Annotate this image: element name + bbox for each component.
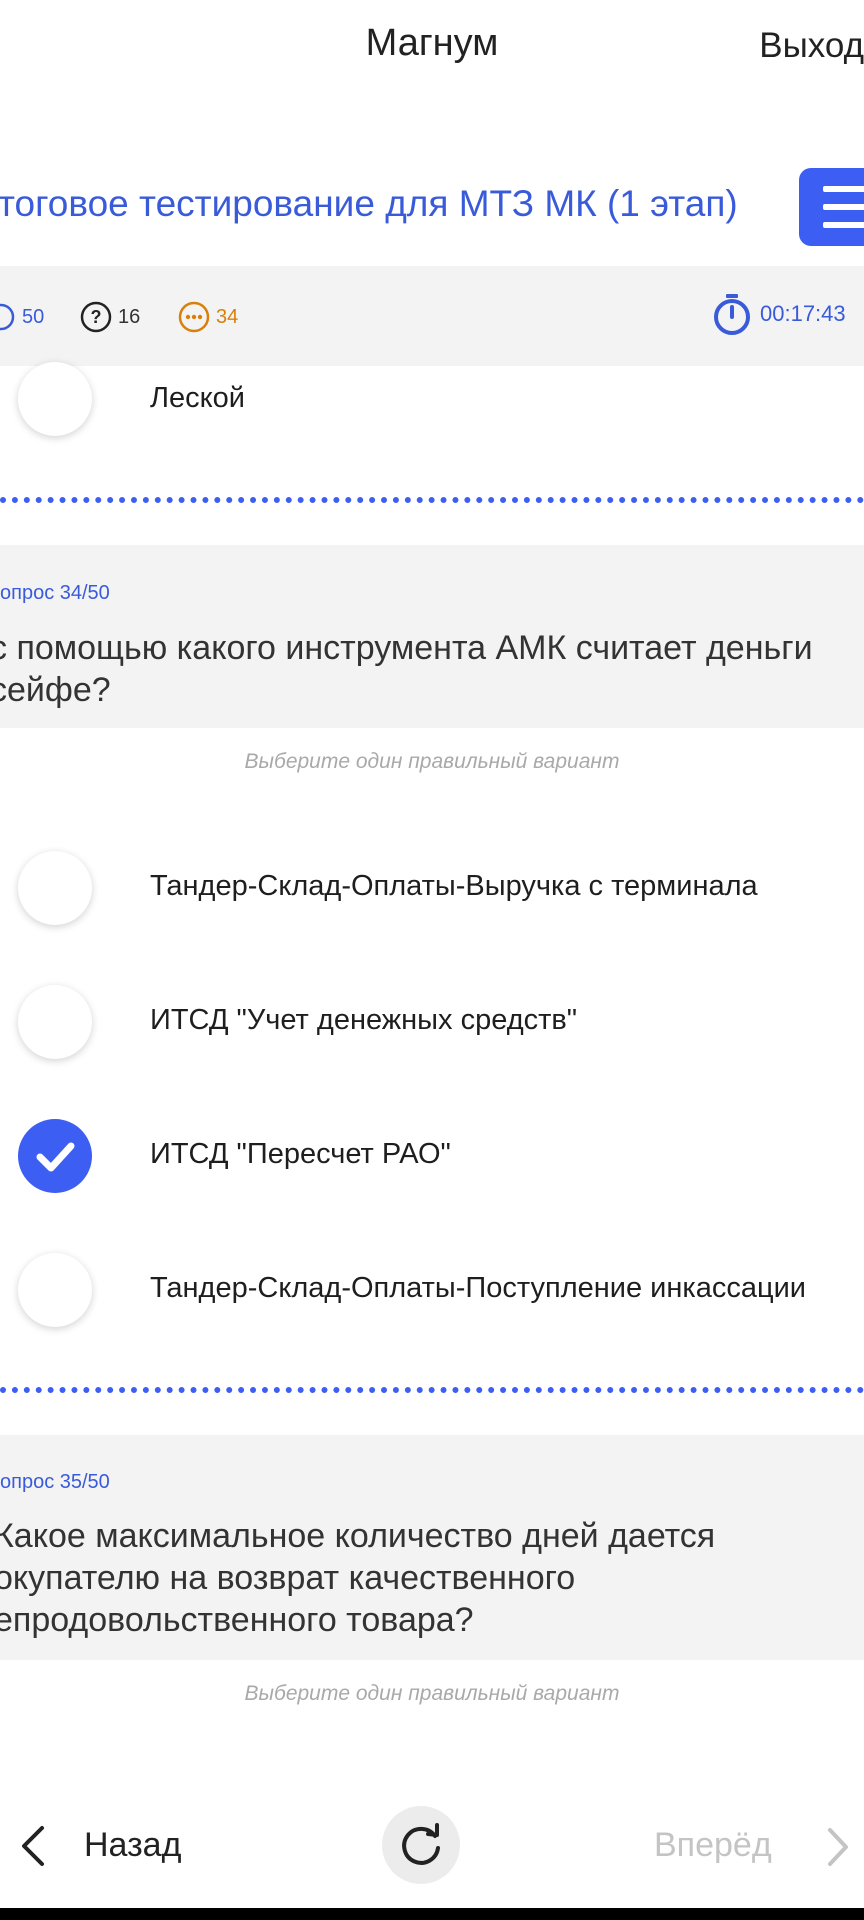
back-button[interactable] <box>14 1824 54 1868</box>
back-label[interactable]: Назад <box>84 1826 181 1865</box>
question-divider <box>0 497 864 503</box>
answer-option-label[interactable]: ИТСД "Учет денежных средств" <box>150 1004 577 1037</box>
answer-hint: Выберите один правильный вариант <box>244 1682 620 1705</box>
timer: 00:17:43 <box>710 292 846 336</box>
answered-count: 34 <box>216 305 239 328</box>
answer-option-label[interactable]: ИТСД "Пересчет РАО" <box>150 1138 451 1171</box>
check-icon <box>0 303 15 331</box>
test-title: тоговое тестирование для МТЗ МК (1 этап) <box>0 183 738 224</box>
question-text: Какое максимальное количество дней даетс… <box>0 1517 716 1639</box>
chevron-right-icon <box>828 1828 848 1866</box>
next-button[interactable] <box>820 1826 854 1868</box>
svg-text:?: ? <box>91 307 102 327</box>
timer-value: 00:17:43 <box>760 301 846 326</box>
refresh-icon <box>402 1823 440 1865</box>
answer-radio[interactable] <box>18 985 92 1059</box>
answer-radio[interactable] <box>18 362 92 436</box>
answer-hint: Выберите один правильный вариант <box>244 750 620 773</box>
exit-button[interactable]: Выход <box>759 26 864 66</box>
answer-option-label[interactable]: Тандер-Склад-Оплаты-Выручка с терминала <box>150 870 758 903</box>
unanswered-count: 16 <box>118 305 141 328</box>
app-title: Магнум <box>365 22 499 64</box>
stopwatch-icon <box>714 294 750 335</box>
question-text: с помощью какого инструмента АМК считает… <box>0 629 813 709</box>
total-questions-count: 50 <box>22 305 45 328</box>
menu-icon <box>823 186 864 192</box>
dots-icon <box>178 301 210 333</box>
refresh-button[interactable] <box>382 1806 460 1884</box>
answer-option-label[interactable]: Тандер-Склад-Оплаты-Поступление инкассац… <box>150 1272 806 1305</box>
answered-stat: 34 <box>178 300 238 334</box>
answer-radio-selected[interactable] <box>18 1119 92 1193</box>
question-number: опрос 34/50 <box>0 582 110 604</box>
checkmark-icon <box>36 1142 75 1172</box>
question-number: опрос 35/50 <box>0 1471 110 1493</box>
total-questions-stat: 50 <box>0 300 44 334</box>
menu-button[interactable] <box>799 168 864 246</box>
answer-radio[interactable] <box>18 1253 92 1327</box>
question-divider <box>0 1387 864 1393</box>
answer-radio[interactable] <box>18 851 92 925</box>
answer-option-label[interactable]: Леской <box>150 382 245 415</box>
question-icon: ? <box>80 301 112 333</box>
chevron-left-icon <box>22 1826 44 1866</box>
next-label[interactable]: Вперёд <box>654 1826 772 1865</box>
unanswered-stat: ? 16 <box>80 300 140 334</box>
system-nav-bar <box>0 1908 864 1920</box>
